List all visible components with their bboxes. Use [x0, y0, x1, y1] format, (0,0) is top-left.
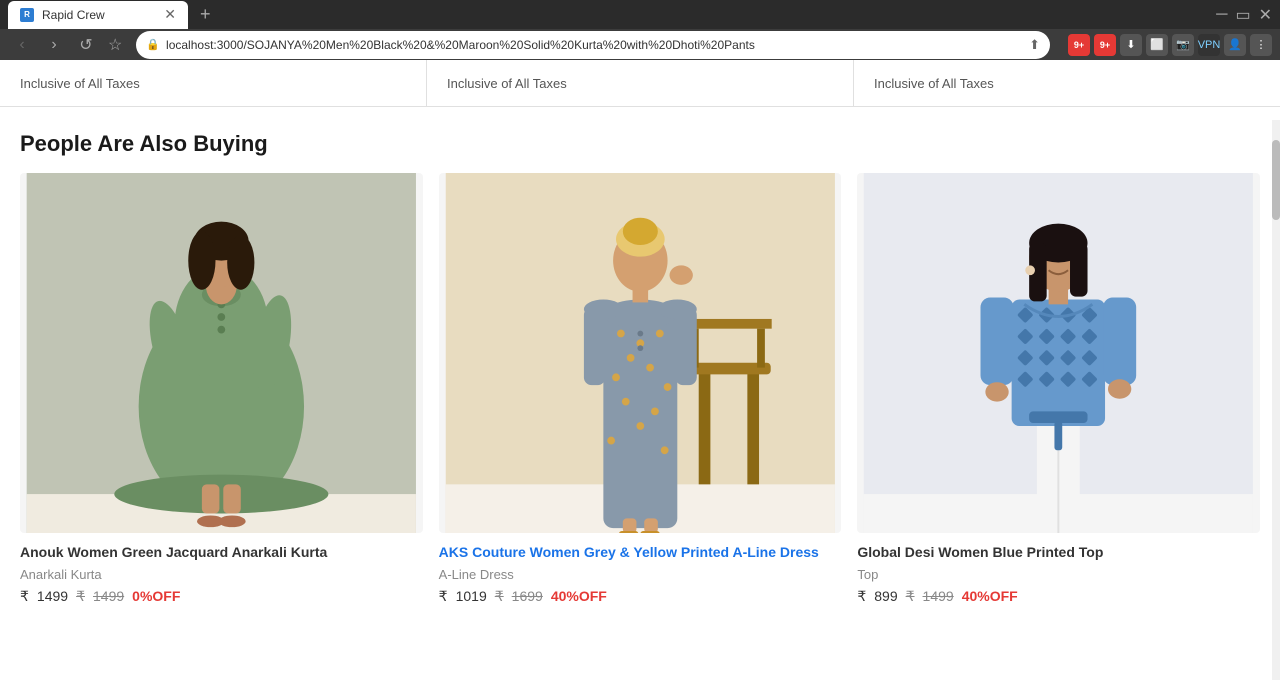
tab-bar: R Rapid Crew ✕ + ─ ▭ ✕	[0, 0, 1280, 29]
ext-vpn[interactable]: VPN	[1198, 34, 1220, 56]
ext-badge-2[interactable]: 9+	[1094, 34, 1116, 56]
share-icon[interactable]: ⬆	[1029, 37, 1040, 53]
ext-avatar[interactable]: 👤	[1224, 34, 1246, 56]
scrollbar[interactable]	[1272, 120, 1280, 680]
price-original-val-3: 1499	[923, 588, 954, 604]
browser-controls: ‹ › ↺ ☆ 🔒 localhost:3000/SOJANYA%20Men%2…	[0, 29, 1280, 60]
price-current-val-1: 1499	[37, 588, 68, 604]
price-original-1	[76, 588, 85, 605]
product-image-2	[439, 173, 842, 533]
close-button[interactable]: ✕	[1259, 5, 1272, 25]
product-pricing-3: 899 1499 40%OFF	[857, 588, 1260, 605]
price-discount-2: 40%OFF	[551, 588, 607, 604]
taxes-cell-3: Inclusive of All Taxes	[854, 60, 1280, 106]
price-orig-icon-3	[906, 588, 915, 605]
product-image-3	[857, 173, 1260, 533]
back-button[interactable]: ‹	[8, 31, 36, 59]
restore-button[interactable]: ▭	[1235, 5, 1250, 25]
taxes-cell-2: Inclusive of All Taxes	[427, 60, 854, 106]
new-tab-button[interactable]: +	[192, 4, 219, 25]
price-original-val-2: 1699	[512, 588, 543, 604]
product-name-2[interactable]: AKS Couture Women Grey & Yellow Printed …	[439, 543, 842, 563]
product-name-3: Global Desi Women Blue Printed Top	[857, 543, 1260, 563]
product-pricing-1: 1499 1499 0%OFF	[20, 588, 423, 605]
product-category-2: A-Line Dress	[439, 567, 842, 582]
product-card-2[interactable]: AKS Couture Women Grey & Yellow Printed …	[439, 173, 842, 605]
product-name-1: Anouk Women Green Jacquard Anarkali Kurt…	[20, 543, 423, 563]
ext-capture[interactable]: 📷	[1172, 34, 1194, 56]
price-curr-icon-3	[857, 588, 866, 605]
product-category-1: Anarkali Kurta	[20, 567, 423, 582]
price-discount-3: 40%OFF	[962, 588, 1018, 604]
taxes-row: Inclusive of All Taxes Inclusive of All …	[0, 60, 1280, 107]
address-text: localhost:3000/SOJANYA%20Men%20Black%20&…	[166, 38, 1023, 52]
bookmark-button[interactable]: ☆	[104, 31, 126, 59]
products-grid: Anouk Women Green Jacquard Anarkali Kurt…	[0, 173, 1280, 605]
ext-menu[interactable]: ⋮	[1250, 34, 1272, 56]
taxes-cell-1: Inclusive of All Taxes	[0, 60, 427, 106]
price-orig-icon-2	[495, 588, 504, 605]
price-current-1	[20, 588, 29, 605]
page-content: Inclusive of All Taxes Inclusive of All …	[0, 60, 1280, 680]
lock-icon: 🔒	[146, 38, 160, 51]
product-image-1	[20, 173, 423, 533]
ext-window[interactable]: ⬜	[1146, 34, 1168, 56]
price-curr-icon-2	[439, 588, 448, 605]
price-current-val-3: 899	[874, 588, 897, 604]
browser-chrome: R Rapid Crew ✕ + ─ ▭ ✕ ‹ › ↺ ☆ 🔒 localho…	[0, 0, 1280, 60]
tab-favicon: R	[20, 8, 34, 22]
tab-close-button[interactable]: ✕	[164, 6, 176, 23]
section-heading: People Are Also Buying	[0, 107, 1280, 173]
address-bar[interactable]: 🔒 localhost:3000/SOJANYA%20Men%20Black%2…	[136, 31, 1050, 59]
reload-button[interactable]: ↺	[72, 31, 100, 59]
minimize-button[interactable]: ─	[1216, 6, 1227, 24]
price-discount-1: 0%OFF	[132, 588, 180, 604]
scrollbar-thumb[interactable]	[1272, 140, 1280, 220]
price-original-val-1: 1499	[93, 588, 124, 604]
extensions-area: 9+ 9+ ⬇ ⬜ 📷 VPN 👤 ⋮	[1068, 34, 1272, 56]
price-current-val-2: 1019	[456, 588, 487, 604]
product-card-3[interactable]: Global Desi Women Blue Printed Top Top 8…	[857, 173, 1260, 605]
active-tab[interactable]: R Rapid Crew ✕	[8, 1, 188, 29]
product-category-3: Top	[857, 567, 1260, 582]
product-pricing-2: 1019 1699 40%OFF	[439, 588, 842, 605]
forward-button[interactable]: ›	[40, 31, 68, 59]
product-card[interactable]: Anouk Women Green Jacquard Anarkali Kurt…	[20, 173, 423, 605]
ext-download[interactable]: ⬇	[1120, 34, 1142, 56]
tab-title: Rapid Crew	[42, 8, 105, 22]
ext-badge-1[interactable]: 9+	[1068, 34, 1090, 56]
